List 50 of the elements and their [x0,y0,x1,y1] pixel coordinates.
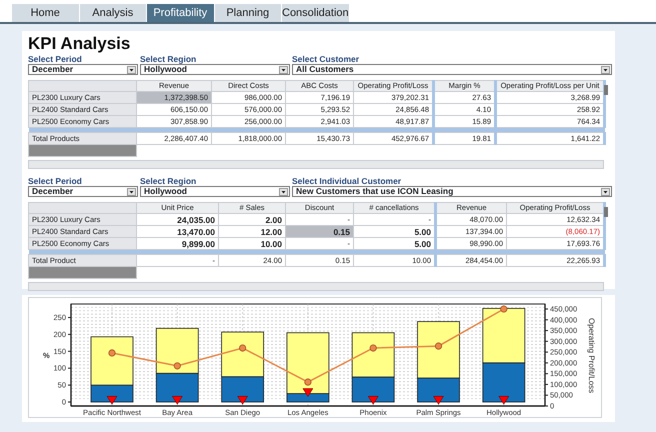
table-cell: 13,470.00 [136,226,218,238]
page-title: KPI Analysis [28,35,132,53]
dropdown-arrow-icon[interactable] [127,188,136,196]
data-point [304,378,312,386]
data-point [370,344,377,352]
triangle-marker [433,396,444,405]
dropdown-arrow-icon[interactable] [127,66,136,74]
scrollbar-thumb[interactable] [604,85,608,95]
tab[interactable]: Analysis [80,4,147,22]
bar-segment [482,362,526,402]
triangle-marker [172,396,183,405]
dropdown[interactable]: All Customers [292,64,612,75]
filter-label: Select Period [28,54,83,64]
triangle-marker [302,388,314,397]
scrollbar[interactable] [28,282,604,291]
table-cell: 2.00 [218,214,286,226]
filter-label: Select Period [28,176,83,186]
bar-segment [482,308,526,364]
data-point [434,342,442,350]
tab[interactable]: Home [12,4,80,22]
dropdown-arrow-icon[interactable] [279,66,288,74]
filter-label: Select Customer [292,54,360,64]
dropdown-arrow-icon[interactable] [601,66,610,74]
triangle-marker [368,396,378,405]
dropdown[interactable]: December [28,186,138,197]
tab[interactable]: Profitability [147,4,214,22]
filter-label: Select Region [140,54,198,64]
scrollbar-thumb[interactable] [604,207,608,217]
dropdown-arrow-icon[interactable] [279,188,288,196]
triangle-marker [498,396,510,405]
scrollbar[interactable] [28,160,604,169]
tab[interactable]: Consolidation [282,4,350,22]
triangle-marker [237,396,248,405]
table-cell: 0.15 [286,226,354,238]
data-point [108,349,116,357]
triangle-marker [106,396,118,405]
data-point [500,305,508,313]
dropdown-arrow-icon[interactable] [601,188,610,196]
dropdown[interactable]: Hollywood [140,186,290,197]
dropdown[interactable]: Hollywood [140,64,290,75]
filter-label: Select Individual Customer [292,176,402,186]
data-point [174,362,181,370]
axis-title: Operating Profit/Loss [587,318,596,394]
filter-label: Select Region [140,176,198,186]
dropdown[interactable]: December [28,64,138,75]
table-cell: 12.00 [218,226,286,238]
dropdown[interactable]: New Customers that use ICON Leasing [292,186,612,197]
table-cell: 24,035.00 [136,214,218,226]
data-point [239,344,246,352]
tab[interactable]: Planning [214,4,282,22]
